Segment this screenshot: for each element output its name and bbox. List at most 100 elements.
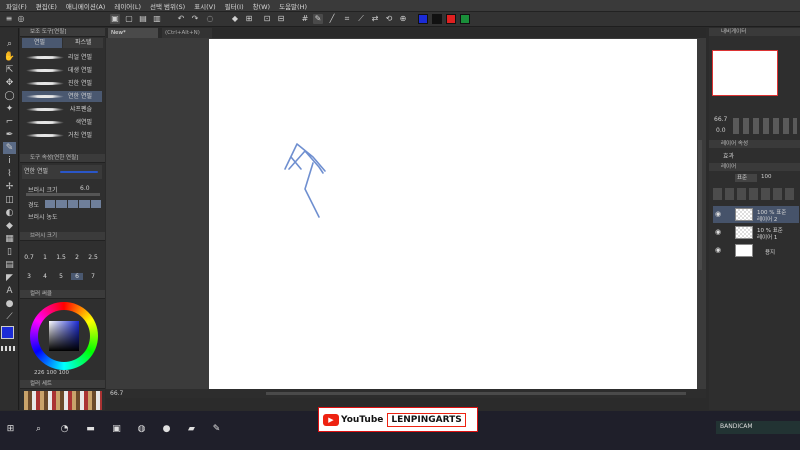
drawing-paper[interactable] [209, 39, 697, 389]
pen-tool-icon[interactable]: ✒ [3, 129, 16, 141]
size-preset[interactable]: 1.5 [55, 254, 67, 261]
zoom-tool-icon[interactable]: ⌕ [3, 38, 16, 50]
menu-window[interactable]: 창(W) [253, 1, 270, 11]
blend-tool-icon[interactable]: ◐ [3, 207, 16, 219]
save-icon[interactable]: ▥ [152, 14, 162, 24]
search-icon[interactable]: ⌕ [32, 423, 45, 436]
windows-start-icon[interactable]: ⊞ [4, 423, 17, 436]
size-preset[interactable]: 1 [39, 254, 51, 261]
size-preset[interactable]: 3 [23, 273, 35, 280]
pen-toggle-icon[interactable]: ✎ [313, 14, 323, 24]
pencil-tool-icon[interactable]: ✎ [3, 142, 16, 154]
fill-icon[interactable]: ◆ [230, 14, 240, 24]
clip-studio-app-icon[interactable]: ✎ [210, 423, 223, 436]
ruler-icon[interactable]: ⊟ [276, 14, 286, 24]
magic-wand-icon[interactable]: ✦ [3, 103, 16, 115]
decoration-tool-icon[interactable]: ✢ [3, 181, 16, 193]
ruler-tool-icon[interactable]: ◤ [3, 272, 16, 284]
text-tool-icon[interactable]: A [3, 285, 16, 297]
new-file-icon[interactable]: ▢ [124, 14, 134, 24]
eye-icon[interactable]: ◉ [715, 228, 721, 236]
edge-icon[interactable]: ◔ [58, 423, 71, 436]
color-wheel[interactable] [30, 302, 98, 370]
eraser-tool-icon[interactable]: ◫ [3, 194, 16, 206]
menu-filter[interactable]: 필터(I) [225, 1, 244, 11]
menu-layer[interactable]: 레이어(L) [114, 1, 141, 11]
layer-row-2[interactable]: ◉ 100 % 표준 레이어 2 [713, 206, 799, 223]
hand-tool-icon[interactable]: ✋ [3, 51, 16, 63]
menu-selection[interactable]: 선택 범위(S) [150, 1, 185, 11]
black-color-swatch[interactable] [432, 14, 442, 24]
navigator-controls[interactable] [733, 118, 797, 134]
operation-tool-icon[interactable]: ⇱ [3, 64, 16, 76]
green-color-swatch[interactable] [460, 14, 470, 24]
menu-view[interactable]: 표시(V) [194, 1, 215, 11]
shape-icon[interactable]: ⟋ [356, 14, 366, 24]
rotate-icon[interactable]: ⟲ [384, 14, 394, 24]
hardness-steps[interactable] [45, 200, 102, 208]
explorer-icon[interactable]: ▬ [84, 423, 97, 436]
sub-color-chip[interactable] [1, 346, 17, 351]
zoom-icon[interactable]: ⊕ [398, 14, 408, 24]
app-menu-icon[interactable]: ≡ [4, 14, 14, 24]
menu-edit[interactable]: 편집(E) [36, 1, 57, 11]
menu-help[interactable]: 도움말(H) [279, 1, 307, 11]
balloon-tool-icon[interactable]: ● [3, 298, 16, 310]
color-set-grid[interactable] [24, 391, 102, 410]
main-color-swatch[interactable] [418, 14, 428, 24]
eye-icon[interactable]: ◉ [715, 210, 721, 218]
spinner-icon[interactable]: ◌ [205, 14, 215, 24]
snap-icon[interactable]: ⊡ [262, 14, 272, 24]
size-preset-selected[interactable]: 6 [71, 273, 83, 280]
subtool-tab-pastel[interactable]: 파스텔 [63, 38, 103, 48]
airbrush-tool-icon[interactable]: ⌇ [3, 168, 16, 180]
brush-tool-icon[interactable]: ⅰ [3, 155, 16, 167]
eye-icon[interactable]: ◉ [715, 246, 721, 254]
eyedropper-icon[interactable]: ⌐ [3, 116, 16, 128]
flip-icon[interactable]: ⇄ [370, 14, 380, 24]
window-icon[interactable]: ▣ [110, 14, 120, 24]
open-file-icon[interactable]: ▤ [138, 14, 148, 24]
tab-shortcut[interactable]: (Ctrl+Alt+N) [162, 28, 212, 38]
size-preset[interactable]: 2.5 [87, 254, 99, 261]
opacity-value[interactable]: 100 [761, 174, 772, 180]
size-preset[interactable]: 2 [71, 254, 83, 261]
frame-tool-icon[interactable]: ▤ [3, 259, 16, 271]
gradient-tool-icon[interactable]: ▦ [3, 233, 16, 245]
layer-row-paper[interactable]: ◉ 용지 [713, 242, 799, 259]
transform-icon[interactable]: ⊞ [244, 14, 254, 24]
line-toggle-icon[interactable]: ╱ [327, 14, 337, 24]
figure-tool-icon[interactable]: ▯ [3, 246, 16, 258]
navigator-angle[interactable]: 0.0 [716, 127, 726, 134]
brush-size-value[interactable]: 6.0 [80, 185, 90, 192]
brush-real-pencil[interactable]: 리얼 연필 [22, 52, 102, 63]
fill-tool-icon[interactable]: ◆ [3, 220, 16, 232]
size-preset[interactable]: 5 [55, 273, 67, 280]
brush-sketch-pencil[interactable]: 데생 연필 [22, 65, 102, 76]
brush-mechanical-pencil[interactable]: 샤프펜슬 [22, 104, 102, 115]
blend-mode-select[interactable]: 표준 [735, 174, 757, 182]
grid-icon[interactable]: # [300, 14, 310, 24]
brush-rough-pencil[interactable]: 거친 연필 [22, 130, 102, 141]
size-preset[interactable]: 4 [39, 273, 51, 280]
canvas-scrollbar[interactable] [266, 392, 686, 395]
menu-animation[interactable]: 애니메이션(A) [66, 1, 105, 11]
tab-new[interactable]: New* [108, 28, 158, 38]
size-preset[interactable]: 0.7 [23, 254, 35, 261]
saturation-box[interactable] [49, 321, 79, 351]
chrome-icon[interactable]: ◍ [135, 423, 148, 436]
store-icon[interactable]: ▣ [110, 423, 123, 436]
layer-row-1[interactable]: ◉ 10 % 표준 레이어 1 [713, 224, 799, 241]
clip-studio-icon[interactable]: ◎ [16, 14, 26, 24]
brush-size-slider[interactable] [26, 193, 100, 196]
layer-toolbar[interactable] [713, 188, 797, 200]
size-preset[interactable]: 7 [87, 273, 99, 280]
crop-icon[interactable]: ⌗ [342, 14, 352, 24]
lasso-tool-icon[interactable]: ◯ [3, 90, 16, 102]
correct-line-tool-icon[interactable]: ⟋ [3, 311, 16, 323]
record-icon[interactable]: ● [160, 423, 173, 436]
navigator-zoom[interactable]: 66.7 [714, 116, 727, 123]
tablet-icon[interactable]: ▰ [185, 423, 198, 436]
menu-file[interactable]: 파일(F) [6, 1, 27, 11]
main-color-chip[interactable] [1, 326, 14, 339]
